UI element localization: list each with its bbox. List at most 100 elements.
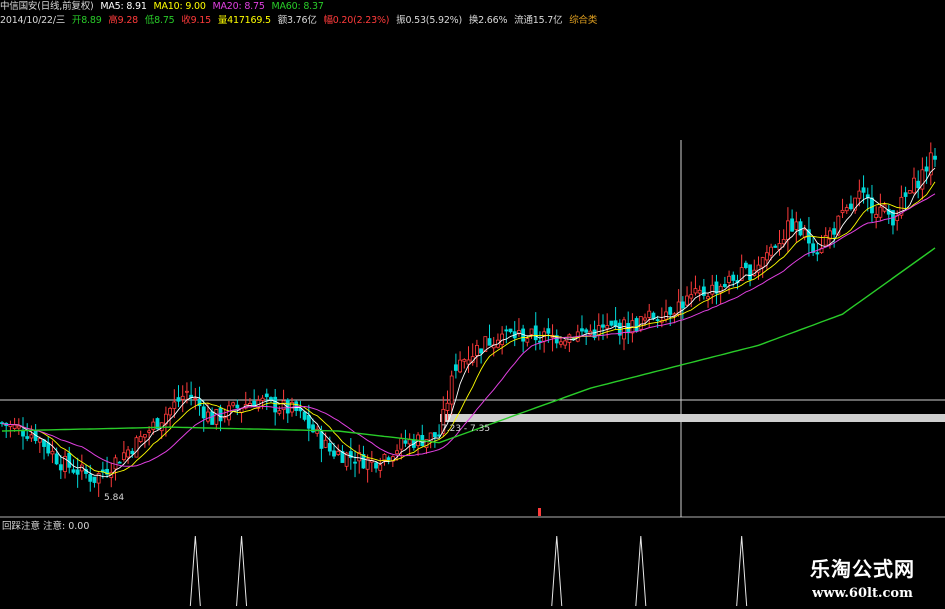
candlestick: [197, 386, 202, 416]
candlestick: [475, 339, 479, 368]
candlestick: [361, 445, 366, 469]
candlestick: [407, 433, 412, 457]
candlestick: [382, 453, 387, 466]
candlestick: [432, 432, 437, 448]
low-price-annotation: 5.84: [104, 493, 125, 503]
candlestick: [567, 333, 572, 353]
candlestick: [466, 346, 471, 373]
candlestick: [252, 389, 257, 407]
candlestick: [512, 321, 517, 347]
candlestick: [29, 425, 34, 442]
candlestick: [25, 423, 30, 442]
candlestick: [685, 286, 689, 307]
candlestick: [126, 446, 130, 464]
candlestick: [214, 409, 219, 430]
candlestick: [37, 436, 42, 453]
candlestick: [180, 385, 185, 413]
candlestick: [920, 157, 925, 200]
candlestick: [903, 186, 908, 210]
candlestick: [680, 296, 685, 320]
candlestick: [479, 348, 484, 364]
indicator-spike: [635, 535, 647, 607]
candlestick: [134, 435, 139, 458]
candlestick: [227, 401, 231, 426]
candlestick: [269, 396, 273, 403]
candlestick: [113, 454, 118, 481]
candlestick: [222, 408, 227, 423]
indicator-spike: [551, 535, 563, 607]
candlestick: [365, 454, 370, 483]
indicator-title: 回踩注意 注意: 0.00: [2, 521, 90, 532]
candlestick: [8, 420, 13, 438]
candlestick: [369, 450, 374, 473]
candlestick: [340, 445, 345, 463]
candlestick: [580, 315, 584, 337]
candlestick: [411, 433, 416, 451]
candlestick: [231, 401, 236, 408]
candlestick: [386, 455, 391, 465]
candlestick: [294, 400, 299, 417]
candlestick: [592, 320, 597, 341]
candlestick: [823, 227, 828, 246]
candlestick: [416, 432, 420, 456]
candlestick: [50, 440, 55, 464]
candlestick: [739, 254, 744, 282]
candlestick: [46, 436, 51, 457]
candlestick: [16, 418, 21, 435]
candlestick: [596, 313, 601, 341]
watermark: 乐淘公式网 www.60lt.com: [810, 553, 915, 601]
candlestick: [496, 333, 500, 349]
candlestick: [773, 244, 778, 248]
candlestick: [189, 381, 194, 406]
kline-chart[interactable]: [0, 0, 945, 609]
candlestick: [647, 303, 652, 329]
candlestick: [357, 444, 362, 474]
candlestick: [550, 324, 555, 352]
candlestick: [84, 464, 88, 479]
candlestick: [201, 400, 206, 432]
candlestick: [63, 450, 67, 479]
candlestick: [777, 230, 782, 256]
watermark-url: www.60lt.com: [812, 586, 913, 601]
candlestick: [67, 446, 72, 474]
candlestick: [546, 318, 551, 343]
candlestick: [487, 324, 492, 346]
candlestick: [315, 425, 320, 437]
indicator-spike: [236, 535, 248, 607]
candlestick: [786, 207, 790, 253]
candlestick: [575, 324, 580, 343]
candlestick: [453, 353, 458, 379]
candlestick: [105, 456, 109, 478]
candlestick: [58, 455, 63, 479]
candlestick: [563, 338, 568, 349]
candlestick: [542, 327, 547, 353]
candlestick: [462, 358, 467, 369]
candlestick: [168, 406, 173, 428]
candlestick: [722, 276, 727, 288]
watermark-name: 乐淘公式网: [810, 557, 915, 581]
candlestick: [538, 331, 542, 350]
candlestick: [622, 316, 626, 351]
candlestick: [634, 316, 639, 333]
candlestick: [21, 417, 25, 450]
candlestick: [928, 142, 933, 186]
candlestick: [701, 278, 706, 300]
candlestick: [727, 270, 731, 295]
candlestick: [870, 184, 874, 223]
candlestick: [298, 400, 303, 419]
candlestick: [853, 197, 858, 214]
candlestick: [138, 430, 143, 444]
indicator-spike: [189, 535, 201, 607]
candlestick: [916, 170, 921, 199]
candlestick: [844, 204, 849, 214]
candlestick: [601, 314, 605, 340]
candlestick: [811, 236, 816, 256]
gap-range-annotation: 7.23 - 7.35: [441, 424, 491, 434]
candlestick: [256, 395, 261, 412]
candlestick: [693, 275, 698, 296]
candlestick: [815, 243, 820, 262]
candlestick: [521, 324, 526, 353]
candlestick: [42, 438, 46, 460]
candlestick: [458, 351, 462, 374]
candlestick: [121, 440, 126, 462]
